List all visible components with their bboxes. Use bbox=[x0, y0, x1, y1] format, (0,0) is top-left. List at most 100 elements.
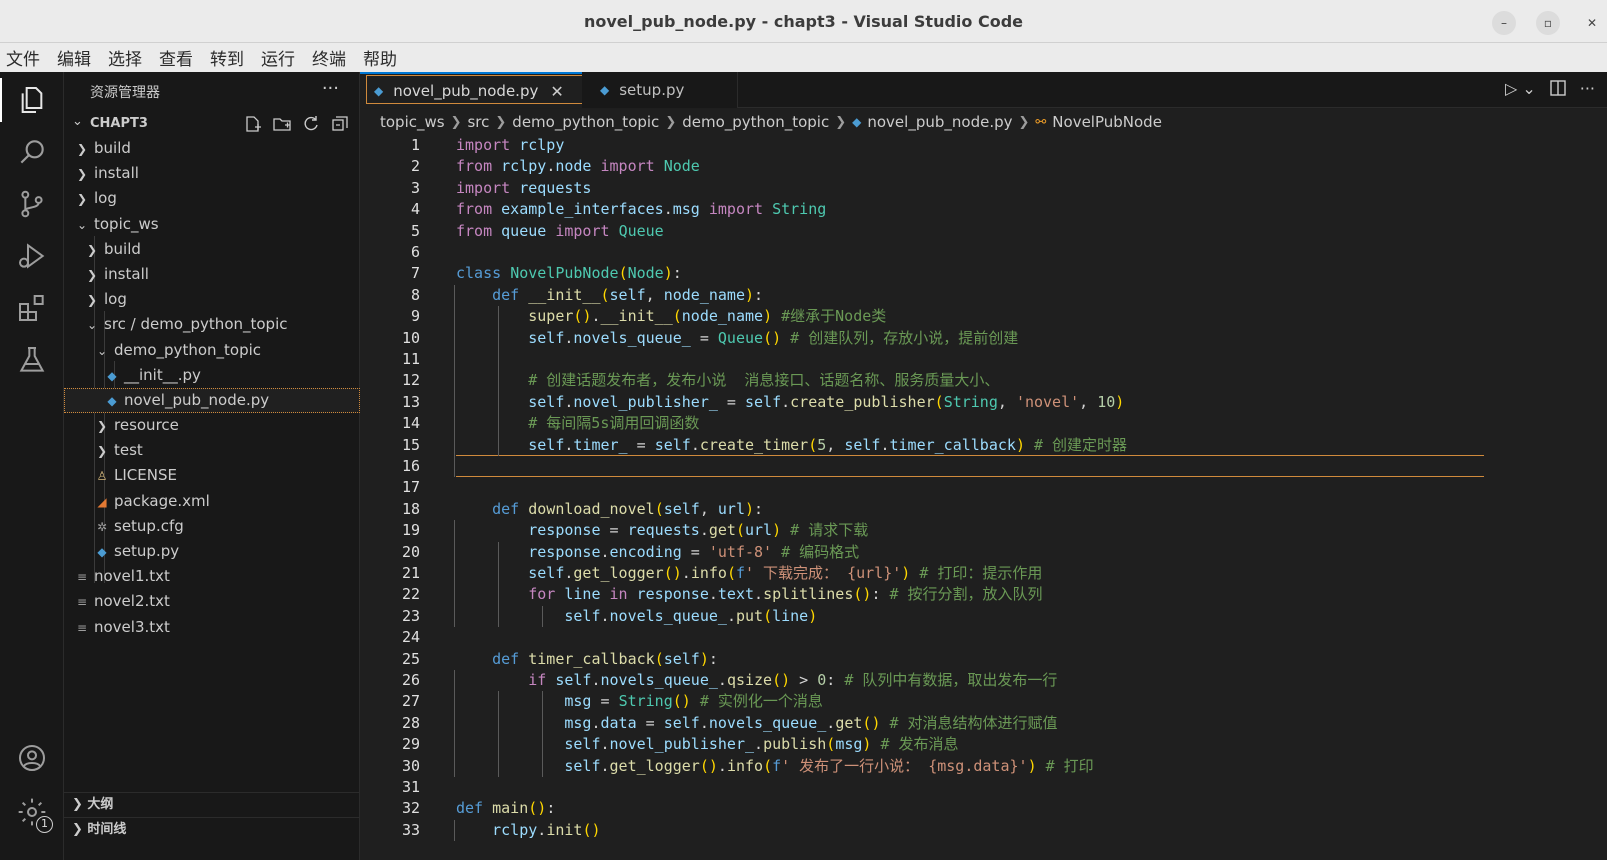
code-line[interactable]: 33 rclpy.init() bbox=[360, 820, 1480, 842]
tree-folder-resource[interactable]: ❯ resource bbox=[64, 413, 360, 438]
breadcrumb-item[interactable]: demo_python_topic bbox=[682, 113, 829, 131]
code-line[interactable]: 13 self.novel_publisher_ = self.create_p… bbox=[360, 392, 1480, 414]
source-control-icon[interactable] bbox=[14, 186, 50, 222]
code-line[interactable]: 24 bbox=[360, 627, 1480, 649]
tree-folder-build[interactable]: ❯ build bbox=[64, 136, 360, 161]
refresh-icon[interactable] bbox=[301, 114, 321, 134]
more-actions-icon[interactable]: ··· bbox=[1580, 79, 1595, 98]
tree-folder-log[interactable]: ❯ log bbox=[64, 287, 360, 312]
code-line[interactable]: 2 from rclpy.node import Node bbox=[360, 156, 1480, 178]
explorer-icon[interactable] bbox=[14, 82, 50, 118]
code-line[interactable]: 27 msg = String() # 实例化一个消息 bbox=[360, 691, 1480, 713]
new-folder-icon[interactable] bbox=[272, 114, 292, 134]
menu-view[interactable]: 查看 bbox=[159, 45, 193, 70]
menu-help[interactable]: 帮助 bbox=[363, 45, 397, 70]
tree-folder-test[interactable]: ❯ test bbox=[64, 438, 360, 463]
code-line[interactable]: 28 msg.data = self.novels_queue_.get() #… bbox=[360, 713, 1480, 735]
code-line[interactable]: 3 import requests bbox=[360, 178, 1480, 200]
chevron-right-icon: ❯ bbox=[450, 114, 462, 130]
code-line[interactable]: 14 # 每间隔5s调用回调函数 bbox=[360, 413, 1480, 435]
code-line[interactable]: 21 self.get_logger().info(f' 下载完成： {url}… bbox=[360, 563, 1480, 585]
testing-icon[interactable] bbox=[14, 342, 50, 378]
run-python-icon[interactable]: ▷ ⌄ bbox=[1505, 79, 1536, 98]
outline-section[interactable]: ❯ 大纲 bbox=[64, 792, 360, 816]
split-editor-icon[interactable] bbox=[1548, 78, 1568, 98]
code-line[interactable]: 32 def main(): bbox=[360, 798, 1480, 820]
close-window-icon[interactable]: ✕ bbox=[1580, 11, 1604, 35]
indent-guide bbox=[542, 691, 543, 777]
code-line[interactable]: 8 def __init__(self, node_name): bbox=[360, 285, 1480, 307]
breadcrumb-item[interactable]: topic_ws bbox=[380, 113, 445, 131]
code-line[interactable]: 30 self.get_logger().info(f' 发布了一行小说： {m… bbox=[360, 756, 1480, 778]
gear-icon: ✲ bbox=[96, 519, 108, 534]
menu-edit[interactable]: 编辑 bbox=[57, 45, 91, 70]
code-line[interactable]: 22 for line in response.text.splitlines(… bbox=[360, 584, 1480, 606]
line-number: 3 bbox=[410, 178, 420, 197]
code-line[interactable]: 23 self.novels_queue_.put(line) bbox=[360, 606, 1480, 628]
tree-file-package-xml[interactable]: ◢ package.xml bbox=[64, 489, 360, 514]
timeline-section[interactable]: ❯ 时间线 bbox=[64, 817, 360, 841]
tree-folder-install[interactable]: ❯ install bbox=[64, 262, 360, 287]
maximize-icon[interactable]: ▫ bbox=[1536, 11, 1560, 35]
tree-file-novel1[interactable]: ≡ novel1.txt bbox=[64, 564, 360, 589]
tree-file-novel2[interactable]: ≡ novel2.txt bbox=[64, 589, 360, 614]
tree-folder-log[interactable]: ❯ log bbox=[64, 186, 360, 211]
code-line[interactable]: 6 bbox=[360, 242, 1480, 264]
tab-setup-py[interactable]: ◆ setup.py bbox=[582, 72, 738, 108]
code-line[interactable]: 11 bbox=[360, 349, 1480, 371]
code-line[interactable]: 18 def download_novel(self, url): bbox=[360, 499, 1480, 521]
explorer-sidebar: 资源管理器 ··· ⌄ CHAPT3 ❯ build ❯ install ❯ log … bbox=[64, 72, 360, 860]
tree-file-setup-cfg[interactable]: ✲ setup.cfg bbox=[64, 514, 360, 539]
tree-folder-src[interactable]: ⌄ src / demo_python_topic bbox=[64, 312, 360, 337]
code-line[interactable]: 10 self.novels_queue_ = Queue() # 创建队列，存… bbox=[360, 328, 1480, 350]
code-line[interactable]: 29 self.novel_publisher_.publish(msg) # … bbox=[360, 734, 1480, 756]
menu-selection[interactable]: 选择 bbox=[108, 45, 142, 70]
run-debug-icon[interactable] bbox=[14, 238, 50, 274]
code-line[interactable]: 19 response = requests.get(url) # 请求下载 bbox=[360, 520, 1480, 542]
breadcrumb-item[interactable]: src bbox=[467, 113, 489, 131]
tree-file-init[interactable]: ◆ __init__.py bbox=[64, 363, 360, 388]
code-line[interactable]: 7 class NovelPubNode(Node): bbox=[360, 263, 1480, 285]
code-line[interactable]: 1 import rclpy bbox=[360, 135, 1480, 157]
account-icon[interactable] bbox=[14, 740, 50, 776]
tree-folder-install[interactable]: ❯ install bbox=[64, 161, 360, 186]
minimize-icon[interactable]: – bbox=[1492, 11, 1516, 35]
menu-go[interactable]: 转到 bbox=[210, 45, 244, 70]
code-line[interactable]: 25 def timer_callback(self): bbox=[360, 649, 1480, 671]
breadcrumb-item[interactable]: NovelPubNode bbox=[1052, 113, 1162, 131]
tree-folder-demo-python-topic[interactable]: ⌄ demo_python_topic bbox=[64, 338, 360, 363]
code-line[interactable]: 12 # 创建话题发布者，发布小说 消息接口、话题名称、服务质量大小、 bbox=[360, 370, 1480, 392]
tree-folder-topic-ws[interactable]: ⌄ topic_ws bbox=[64, 212, 360, 237]
menu-file[interactable]: 文件 bbox=[6, 45, 40, 70]
manage-gear-icon[interactable]: 1 bbox=[14, 794, 53, 833]
extensions-icon[interactable] bbox=[14, 290, 50, 326]
code-line[interactable]: 5 from queue import Queue bbox=[360, 221, 1480, 243]
tree-file-novel-pub-node[interactable]: ◆ novel_pub_node.py bbox=[64, 387, 360, 414]
code-line[interactable]: 31 bbox=[360, 777, 1480, 799]
collapse-all-icon[interactable] bbox=[330, 114, 350, 134]
code-line[interactable]: 9 super().__init__(node_name) #继承于Node类 bbox=[360, 306, 1480, 328]
tree-file-license[interactable]: ♙ LICENSE bbox=[64, 463, 360, 488]
breadcrumb-item[interactable]: novel_pub_node.py bbox=[867, 113, 1012, 131]
title-bar: novel_pub_node.py - chapt3 - Visual Stud… bbox=[0, 0, 1607, 43]
project-header[interactable]: ⌄ CHAPT3 bbox=[64, 112, 360, 136]
breadcrumb-item[interactable]: demo_python_topic bbox=[512, 113, 659, 131]
code-editor[interactable]: 1 import rclpy 2 from rclpy.node import Nod… bbox=[360, 135, 1607, 860]
more-actions-icon[interactable]: ··· bbox=[322, 78, 339, 99]
tree-folder-build[interactable]: ❯ build bbox=[64, 237, 360, 262]
close-tab-icon[interactable]: ✕ bbox=[550, 82, 563, 101]
search-icon[interactable] bbox=[14, 134, 50, 170]
code-line[interactable]: 4 from example_interfaces.msg import Stri… bbox=[360, 199, 1480, 221]
chevron-right-icon: ❯ bbox=[76, 142, 88, 156]
tab-novel-pub-node[interactable]: ◆ novel_pub_node.py ✕ bbox=[360, 72, 582, 108]
code-line[interactable]: 17 bbox=[360, 477, 1480, 499]
code-line[interactable]: 15 self.timer_ = self.create_timer(5, se… bbox=[360, 435, 1480, 457]
code-line[interactable]: 20 response.encoding = 'utf-8' # 编码格式 bbox=[360, 542, 1480, 564]
menu-terminal[interactable]: 终端 bbox=[312, 45, 346, 70]
code-text: def download_novel(self, url): bbox=[492, 499, 764, 518]
code-line[interactable]: 26 if self.novels_queue_.qsize() > 0: # … bbox=[360, 670, 1480, 692]
tree-file-novel3[interactable]: ≡ novel3.txt bbox=[64, 615, 360, 640]
tree-file-setup-py[interactable]: ◆ setup.py bbox=[64, 539, 360, 564]
menu-run[interactable]: 运行 bbox=[261, 45, 295, 70]
new-file-icon[interactable] bbox=[243, 114, 263, 134]
